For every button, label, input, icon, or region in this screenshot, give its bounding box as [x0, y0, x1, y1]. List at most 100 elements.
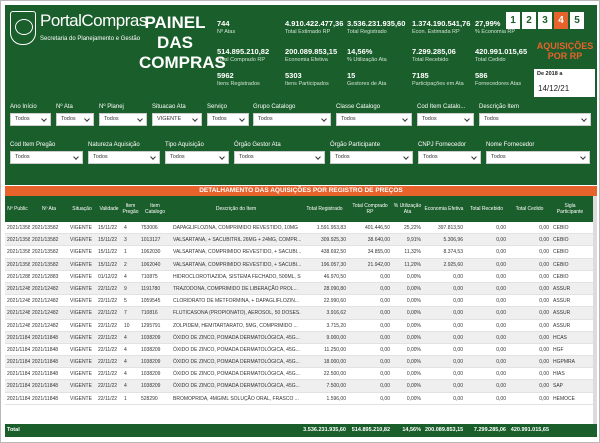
- column-header[interactable]: Sigla Participante: [551, 196, 589, 222]
- table-cell: 15/11/22: [98, 261, 118, 268]
- table-cell: 15/11/22: [98, 249, 118, 256]
- table-cell: HCAS: [553, 334, 567, 341]
- table-cell: 2021/11848: [7, 371, 30, 378]
- table-cell: 46.970,50: [323, 273, 346, 280]
- filter-dropdown[interactable]: Todos: [207, 113, 249, 126]
- table-cell: 0,00: [380, 359, 390, 366]
- table-row[interactable]: 2021/135822021/13582 VIGENTE 15/11/22 3 1013…: [5, 234, 597, 247]
- year-button-1[interactable]: 1: [506, 12, 520, 29]
- table-cell: 3.916,62: [326, 310, 346, 317]
- table-cell: 0,00: [496, 273, 506, 280]
- table-cell: 0,00: [380, 383, 390, 390]
- table-row[interactable]: 2021/118482021/11848 VIGENTE 22/11/22 4 1038…: [5, 331, 597, 344]
- column-header[interactable]: Item Pregão: [122, 196, 139, 222]
- table-cell: VIGENTE: [70, 225, 92, 231]
- table-cell: 0,00: [453, 371, 463, 378]
- kpi-value: 15: [347, 71, 356, 80]
- filter-dropdown[interactable]: Todos: [336, 113, 412, 126]
- column-header[interactable]: Total Cedido: [508, 196, 551, 222]
- filter-dropdown[interactable]: Todos: [88, 151, 160, 164]
- table-cell: 2021/12482: [32, 310, 59, 317]
- table-cell: 22/11/22: [98, 359, 118, 366]
- kpi-label: % Utilização Ata: [347, 57, 387, 63]
- kpi-label: Total Registrado: [347, 29, 387, 35]
- filter-dropdown[interactable]: Todos: [10, 113, 51, 126]
- table-cell: 0,00: [496, 249, 506, 256]
- table-cell: 0,00%: [406, 346, 421, 353]
- table-cell: VIGENTE: [70, 273, 92, 280]
- kpi-card: 14,56%% Utilização Ata: [347, 47, 387, 64]
- table-row[interactable]: 2021/128832021/12883 VIGENTE 01/12/22 4 7108…: [5, 270, 597, 283]
- table-row[interactable]: 2021/135822021/13582 VIGENTE 15/11/22 4 7530…: [5, 222, 597, 235]
- table-cell: 2021/11848: [7, 346, 30, 353]
- table-cell: ÓXIDO DE ZINCO, POMADA DERMATOLÓGICA, 45…: [173, 371, 300, 378]
- aquisicoes-label: AQUISIÇÕES POR RP: [536, 41, 594, 61]
- year-button-3[interactable]: 3: [538, 12, 552, 29]
- filter-dropdown[interactable]: Todos: [486, 151, 590, 164]
- footer-recebido: 7.299.285,06: [473, 427, 506, 433]
- column-header[interactable]: Nº Ata: [30, 196, 68, 222]
- table-cell: 21.942,00: [367, 261, 390, 268]
- column-header[interactable]: Descrição do Item: [171, 196, 301, 222]
- kpi-label: Total Comprado RP: [217, 57, 265, 63]
- column-header[interactable]: Validade: [96, 196, 122, 222]
- footer-cedido: 420.991.015,65: [510, 427, 549, 433]
- table-row[interactable]: 2021/124822021/12482 VIGENTE 22/11/22 10 129…: [5, 319, 597, 332]
- column-header[interactable]: % Utilização Ata: [392, 196, 423, 222]
- column-header[interactable]: Total Comprado RP: [348, 196, 392, 222]
- table-cell: 1062030: [141, 249, 161, 256]
- kpi-label: Fornecedores Atas: [475, 81, 522, 87]
- table-body: 2021/135822021/13582VIGENTE15/11/2247530…: [5, 222, 597, 405]
- filter-dropdown[interactable]: Todos: [10, 151, 83, 164]
- table-row[interactable]: 2021/118482021/11848 VIGENTE 22/11/22 4 1038…: [5, 380, 597, 393]
- table-cell: 196.057,30: [320, 261, 346, 268]
- table-row[interactable]: 2021/135822021/13582 VIGENTE 15/11/22 2 1062…: [5, 258, 597, 271]
- column-header[interactable]: Total Recebido: [465, 196, 508, 222]
- filter-dropdown[interactable]: Todos: [56, 113, 94, 126]
- table-row[interactable]: 2021/124822021/12482 VIGENTE 22/11/22 7 7108…: [5, 307, 597, 320]
- filter-dropdown[interactable]: Todos: [417, 113, 474, 126]
- table-footer: Total 3.536.231.935,60 514.895.210,82 14…: [5, 424, 597, 437]
- filter-row1-7: Cod Item Catalo... Todos: [417, 103, 474, 126]
- column-header[interactable]: Nº Public: [5, 196, 30, 222]
- coat-of-arms-icon: [10, 11, 36, 45]
- filter-label: Tipo Aquisição: [165, 142, 204, 148]
- year-button-5[interactable]: 5: [570, 12, 584, 29]
- table-cell: 4: [124, 359, 127, 366]
- table-row[interactable]: 2021/118482021/11848 VIGENTE 22/11/22 4 1038…: [5, 343, 597, 357]
- table-row[interactable]: 2021/124822021/12482 VIGENTE 22/11/22 9 1191…: [5, 282, 597, 296]
- column-header[interactable]: Item Catalogo: [139, 196, 171, 222]
- table-row[interactable]: 2021/118482021/11848 VIGENTE 22/11/22 1 5282…: [5, 392, 597, 405]
- table-row[interactable]: 2021/124822021/12482 VIGENTE 22/11/22 5 1059…: [5, 295, 597, 308]
- year-button-4[interactable]: 4: [554, 12, 568, 29]
- filter-label: Ano Início: [10, 104, 37, 110]
- filter-dropdown[interactable]: Todos: [99, 113, 147, 126]
- vertical-scrollbar[interactable]: [593, 196, 597, 424]
- filters-panel: Ano Início Todos Nº Ata Todos Nº Planej Todos…: [5, 102, 597, 185]
- filter-dropdown[interactable]: Todos: [165, 151, 229, 164]
- filter-dropdown[interactable]: Todos: [479, 113, 591, 126]
- column-header[interactable]: Total Registrado: [301, 196, 348, 222]
- filter-dropdown[interactable]: VIGENTE: [152, 113, 202, 126]
- filter-dropdown[interactable]: Todos: [418, 151, 481, 164]
- table-cell: DAPAGLIFLOZINA, COMPRIMIDO REVESTIDO, 10…: [173, 225, 298, 231]
- column-header[interactable]: Economia Efetiva: [423, 196, 465, 222]
- column-header[interactable]: Situação: [68, 196, 96, 222]
- table-cell: 4: [124, 346, 127, 353]
- table-row[interactable]: 2021/118482021/11848 VIGENTE 22/11/22 4 1038…: [5, 356, 597, 369]
- kpi-card: 586 Fornecedores Atas: [475, 71, 521, 88]
- table-row[interactable]: 2021/118482021/11848 VIGENTE 22/11/22 4 1038…: [5, 368, 597, 381]
- filter-dropdown[interactable]: Todos: [330, 151, 413, 164]
- year-button-2[interactable]: 2: [522, 12, 536, 29]
- kpi-card: 7.299.285,06 Total Recebido: [412, 47, 456, 64]
- kpi-label: Economia Efetiva: [285, 57, 328, 63]
- filter-row1-5: Grupo Catalogo Todos: [253, 103, 331, 126]
- table-cell: VIGENTE: [70, 346, 92, 353]
- table-cell: 3.715,20: [326, 322, 346, 329]
- table-row[interactable]: 2021/135822021/13582 VIGENTE 15/11/22 1 1062…: [5, 246, 597, 259]
- filter-dropdown[interactable]: Todos: [253, 113, 331, 126]
- kpi-card: 1.374.190.541,76 Econ. Estimada RP: [412, 19, 470, 36]
- filter-dropdown[interactable]: Todos: [234, 151, 325, 164]
- table-cell: 0,00: [380, 310, 390, 317]
- kpi-label: Total Cedido: [475, 57, 506, 63]
